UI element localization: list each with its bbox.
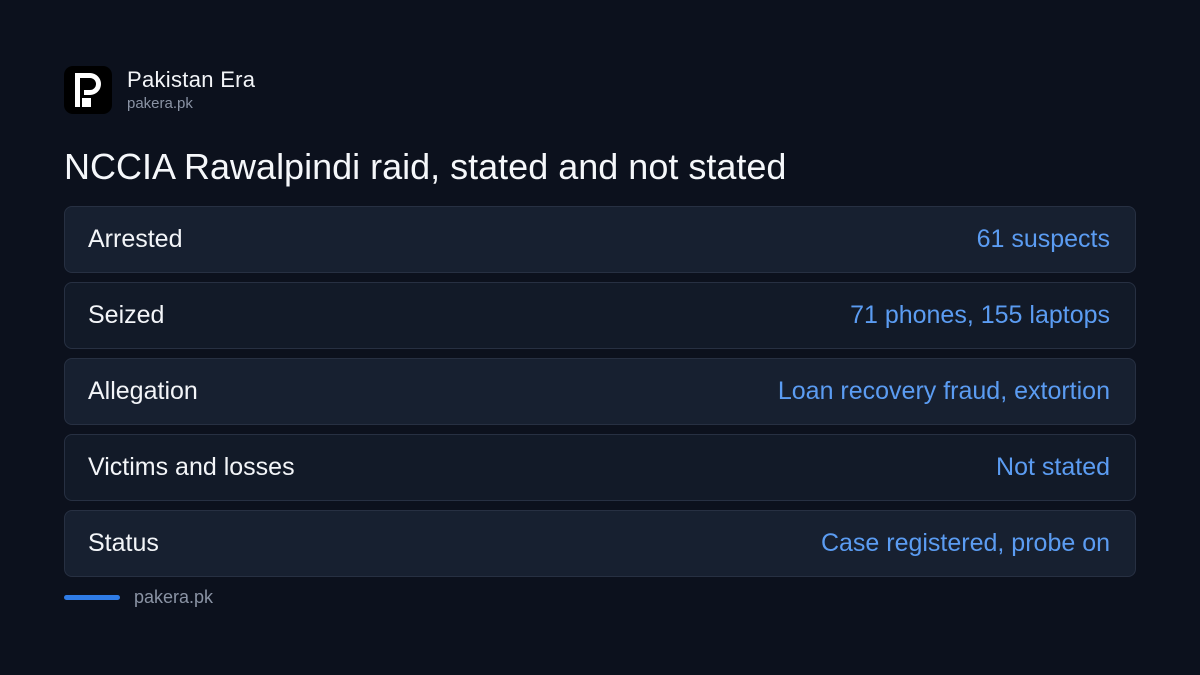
footer: pakera.pk — [64, 587, 213, 608]
page-title: NCCIA Rawalpindi raid, stated and not st… — [64, 146, 787, 187]
fact-value: Case registered, probe on — [820, 529, 1110, 557]
fact-row-arrested: Arrested 61 suspects — [64, 206, 1136, 273]
brand-header: Pakistan Era pakera.pk — [64, 66, 255, 114]
fact-row-victims: Victims and losses Not stated — [64, 434, 1136, 501]
facts-list: Arrested 61 suspects Seized 71 phones, 1… — [64, 206, 1136, 586]
fact-row-allegation: Allegation Loan recovery fraud, extortio… — [64, 358, 1136, 425]
fact-value: Not stated — [996, 453, 1110, 481]
accent-bar — [64, 595, 120, 600]
brand-url: pakera.pk — [127, 94, 193, 112]
fact-label: Arrested — [88, 225, 183, 253]
fact-label: Status — [88, 529, 159, 557]
fact-value: Loan recovery fraud, extortion — [777, 377, 1110, 405]
fact-value: 71 phones, 155 laptops — [850, 301, 1110, 329]
fact-label: Allegation — [88, 377, 198, 405]
fact-label: Seized — [88, 301, 165, 329]
fact-label: Victims and losses — [88, 453, 295, 481]
brand-name: Pakistan Era — [127, 66, 256, 92]
fact-row-seized: Seized 71 phones, 155 laptops — [64, 282, 1136, 349]
fact-row-status: Status Case registered, probe on — [64, 510, 1136, 577]
footer-url: pakera.pk — [134, 587, 214, 607]
pakistan-era-logo-icon — [64, 66, 112, 114]
fact-value: 61 suspects — [976, 225, 1110, 253]
brand-text: Pakistan Era pakera.pk — [127, 67, 255, 114]
